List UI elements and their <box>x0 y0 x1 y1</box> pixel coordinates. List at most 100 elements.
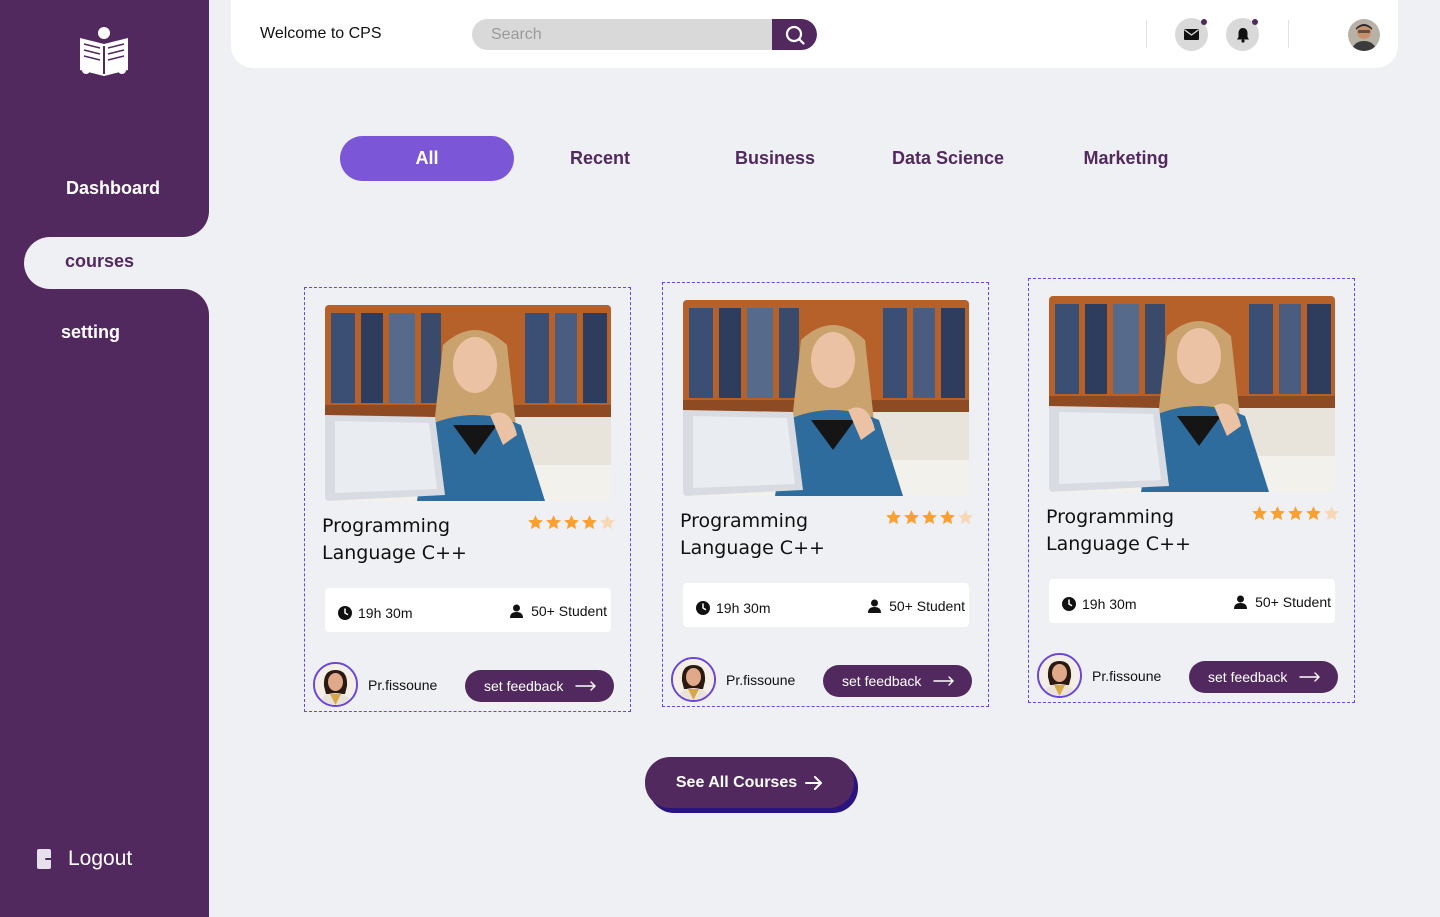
sidebar-item-dashboard[interactable]: Dashboard <box>66 178 160 199</box>
star-icon <box>922 510 937 525</box>
course-title-line: Programming <box>1046 506 1175 528</box>
tab-all[interactable]: All <box>340 136 514 181</box>
set-feedback-button[interactable]: set feedback <box>1189 661 1338 693</box>
students-text: 50+ Student <box>889 598 965 614</box>
instructor-name: Pr.fissoune <box>726 672 796 688</box>
star-icon <box>582 515 597 530</box>
bell-icon <box>1236 27 1249 43</box>
tab-data-science[interactable]: Data Science <box>880 136 1016 181</box>
person-icon <box>510 604 524 618</box>
logo-icon <box>80 27 128 76</box>
feedback-label: set feedback <box>1208 669 1288 685</box>
long-arrow-right-icon <box>933 676 955 686</box>
duration-text: 19h 30m <box>1082 596 1137 612</box>
feedback-label: set feedback <box>484 678 564 694</box>
duration-text: 19h 30m <box>716 600 771 616</box>
course-card[interactable]: Programming Language C++ 19h 30m 50+ Stu… <box>1028 278 1355 703</box>
clock-icon <box>696 601 710 615</box>
star-icon <box>886 510 901 525</box>
students-text: 50+ Student <box>1255 594 1331 610</box>
set-feedback-button[interactable]: set feedback <box>823 665 972 697</box>
course-title: Programming Language C++ <box>322 513 502 567</box>
course-title-line: Programming <box>680 510 809 532</box>
star-icon <box>1324 506 1339 521</box>
user-avatar[interactable] <box>1348 19 1380 51</box>
rating-stars <box>885 509 974 526</box>
course-title-line: Language C++ <box>322 542 467 564</box>
course-duration: 19h 30m <box>1062 596 1136 612</box>
star-icon <box>528 515 543 530</box>
person-icon <box>868 599 882 613</box>
sidebar: Dashboard courses setting Logout <box>0 0 209 917</box>
header-divider <box>1146 20 1147 48</box>
instructor-name: Pr.fissoune <box>368 677 438 693</box>
course-card[interactable]: Programming Language C++ 19h 30m 50+ Stu… <box>304 287 631 712</box>
course-students: 50+ Student <box>1234 594 1331 610</box>
arrow-right-icon <box>805 775 823 790</box>
sidebar-item-setting[interactable]: setting <box>61 322 120 343</box>
logout-button[interactable]: Logout <box>36 847 132 871</box>
star-icon <box>1288 506 1303 521</box>
search-bar <box>472 19 817 50</box>
course-meta: 19h 30m 50+ Student <box>683 583 969 627</box>
tab-marketing[interactable]: Marketing <box>1070 136 1182 181</box>
star-icon <box>904 510 919 525</box>
students-text: 50+ Student <box>531 603 607 619</box>
star-icon <box>940 510 955 525</box>
long-arrow-right-icon <box>575 681 597 691</box>
see-all-label: See All Courses <box>675 773 798 791</box>
rating-stars <box>527 514 616 531</box>
mail-button[interactable] <box>1175 18 1208 51</box>
star-icon <box>958 510 973 525</box>
long-arrow-right-icon <box>1299 672 1321 682</box>
course-title-line: Language C++ <box>1046 533 1191 555</box>
clock-icon <box>1062 597 1076 611</box>
sidebar-item-label: courses <box>65 251 135 271</box>
star-icon <box>546 515 561 530</box>
course-title: Programming Language C++ <box>1046 504 1226 558</box>
course-duration: 19h 30m <box>338 605 412 621</box>
notifications-button[interactable] <box>1226 18 1259 51</box>
course-image <box>683 300 969 496</box>
course-students: 50+ Student <box>510 603 607 619</box>
feedback-label: set feedback <box>842 673 922 689</box>
star-icon <box>1270 506 1285 521</box>
course-title-line: Language C++ <box>680 537 825 559</box>
set-feedback-button[interactable]: set feedback <box>465 670 614 702</box>
star-icon <box>1252 506 1267 521</box>
clock-icon <box>338 606 352 620</box>
course-card[interactable]: Programming Language C++ 19h 30m 50+ Stu… <box>662 282 989 707</box>
duration-text: 19h 30m <box>358 605 413 621</box>
category-tabs: All Recent Business Data Science Marketi… <box>340 136 1225 181</box>
welcome-text: Welcome to CPS <box>260 25 382 42</box>
bell-notification-dot <box>1252 19 1258 25</box>
tab-business[interactable]: Business <box>710 136 840 181</box>
instructor-avatar <box>313 662 358 707</box>
search-icon <box>785 25 805 45</box>
search-button[interactable] <box>772 19 817 50</box>
instructor-avatar <box>671 657 716 702</box>
header-divider <box>1288 20 1289 48</box>
course-students: 50+ Student <box>868 598 965 614</box>
course-duration: 19h 30m <box>696 600 770 616</box>
mail-notification-dot <box>1201 19 1207 25</box>
sidebar-item-courses[interactable]: courses <box>24 211 209 315</box>
search-input[interactable] <box>472 19 772 50</box>
see-all-courses-button[interactable]: See All Courses <box>645 757 854 808</box>
course-title-line: Programming <box>322 515 451 537</box>
star-icon <box>1306 506 1321 521</box>
tab-recent[interactable]: Recent <box>540 136 660 181</box>
instructor-avatar <box>1037 653 1082 698</box>
top-header: Welcome to CPS <box>231 0 1398 68</box>
course-meta: 19h 30m 50+ Student <box>1049 579 1335 623</box>
logout-label: Logout <box>68 847 133 870</box>
mail-icon <box>1184 29 1199 40</box>
course-title: Programming Language C++ <box>680 508 860 562</box>
instructor-name: Pr.fissoune <box>1092 668 1162 684</box>
person-icon <box>1234 595 1248 609</box>
rating-stars <box>1251 505 1340 522</box>
course-image <box>325 305 611 501</box>
course-image <box>1049 296 1335 492</box>
course-meta: 19h 30m 50+ Student <box>325 588 611 632</box>
star-icon <box>564 515 579 530</box>
